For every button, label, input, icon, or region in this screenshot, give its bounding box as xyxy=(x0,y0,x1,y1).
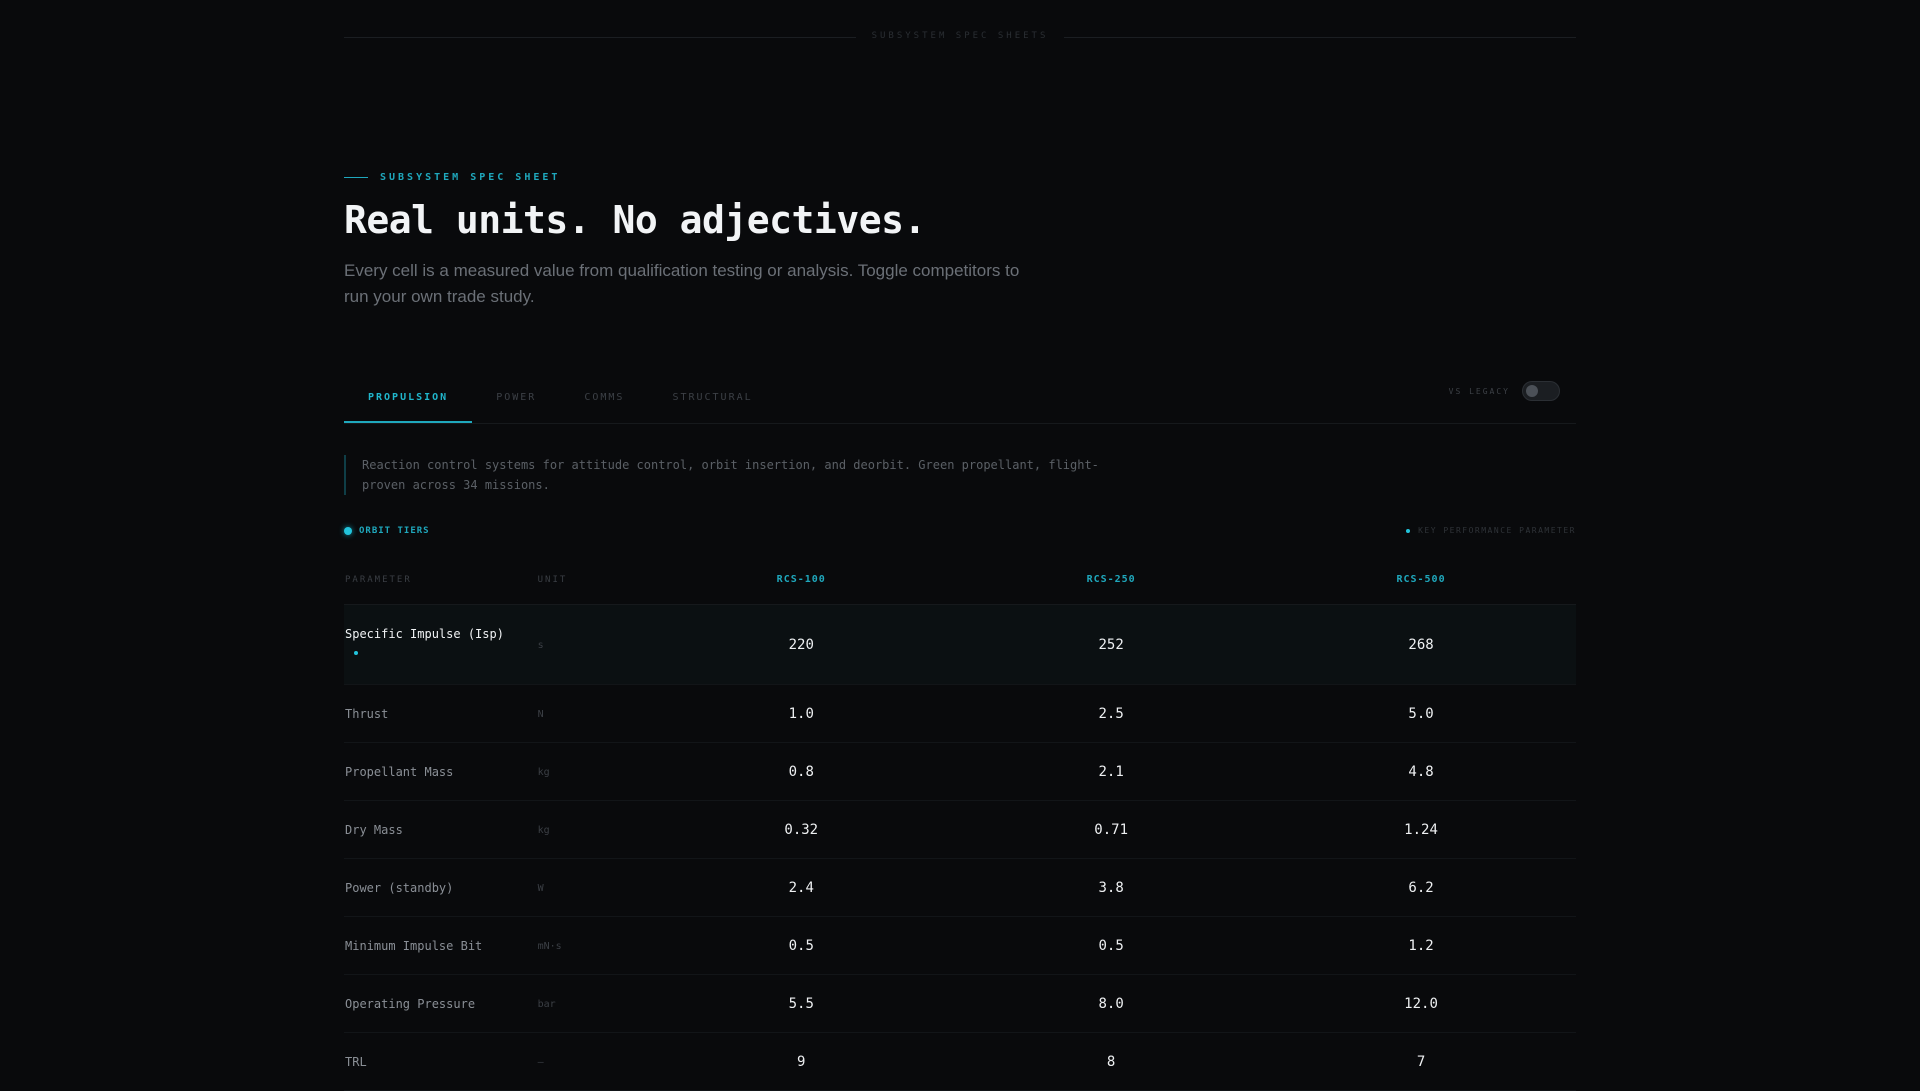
row-parameter: Propellant Mass xyxy=(345,764,454,779)
table-header: PARAMETER UNIT RCS-100 RCS-250 RCS-500 xyxy=(344,555,1576,605)
toggle-knob xyxy=(1526,385,1538,397)
row-parameter: Minimum Impulse Bit xyxy=(345,938,483,953)
orbit-tiers-chip[interactable]: ORBIT TIERS xyxy=(344,526,430,536)
tab-power[interactable]: POWER xyxy=(472,372,560,423)
row-unit: N xyxy=(537,709,544,720)
row-unit: W xyxy=(537,883,544,894)
row-value: 1.2 xyxy=(1408,937,1434,954)
legend-row: ORBIT TIERS KEY PERFORMANCE PARAMETER xyxy=(344,526,1576,542)
row-value: 9 xyxy=(797,1053,806,1070)
row-value: 1.24 xyxy=(1404,821,1438,838)
tab-structural[interactable]: STRUCTURAL xyxy=(648,372,776,423)
eyebrow: SUBSYSTEM SPEC SHEET xyxy=(344,172,560,183)
eyebrow-text: SUBSYSTEM SPEC SHEET xyxy=(380,172,561,183)
page-lede: Every cell is a measured value from qual… xyxy=(344,261,1020,306)
header-unit: UNIT xyxy=(537,574,568,585)
row-unit: bar xyxy=(537,999,556,1010)
table-row: Minimum Impulse Bit mN·s 0.5 0.5 1.2 xyxy=(344,917,1576,975)
row-value: 8 xyxy=(1106,1053,1116,1070)
row-parameter: Operating Pressure xyxy=(345,996,476,1011)
row-value: 5.5 xyxy=(788,995,814,1012)
header-parameter: PARAMETER xyxy=(345,574,412,585)
header-model-rcs-250[interactable]: RCS-250 xyxy=(956,574,1266,585)
row-unit: s xyxy=(537,640,544,651)
row-unit: kg xyxy=(537,825,550,836)
row-value: 0.5 xyxy=(788,937,814,954)
table-row: Operating Pressure bar 5.5 8.0 12.0 xyxy=(344,975,1576,1033)
row-parameter-label: Specific Impulse (Isp) xyxy=(345,626,504,641)
row-value: 220 xyxy=(788,636,814,653)
row-value: 0.5 xyxy=(1098,937,1124,954)
row-value: 6.2 xyxy=(1408,879,1434,896)
top-section-label-text: SUBSYSTEM SPEC SHEETS xyxy=(855,31,1065,41)
top-section-label: SUBSYSTEM SPEC SHEETS xyxy=(0,31,1920,41)
table-row: Dry Mass kg 0.32 0.71 1.24 xyxy=(344,801,1576,859)
table-row: Power (standby) W 2.4 3.8 6.2 xyxy=(344,859,1576,917)
row-value: 268 xyxy=(1408,636,1434,653)
row-value: 4.8 xyxy=(1408,763,1434,780)
tab-comms[interactable]: COMMS xyxy=(560,372,648,423)
legacy-toggle-group: VS LEGACY xyxy=(1449,381,1560,401)
row-value: 8.0 xyxy=(1098,995,1124,1012)
row-parameter: TRL xyxy=(345,1054,367,1069)
row-unit: — xyxy=(537,1057,544,1068)
kpp-marker-icon xyxy=(354,650,358,655)
row-parameter: Power (standby) xyxy=(345,880,454,895)
row-parameter: Thrust xyxy=(345,706,389,721)
row-parameter: Dry Mass xyxy=(345,822,403,837)
row-value: 1.0 xyxy=(788,705,814,722)
tab-propulsion[interactable]: PROPULSION xyxy=(344,372,473,423)
row-value: 0.8 xyxy=(788,763,814,780)
row-value: 12.0 xyxy=(1404,995,1438,1012)
subsystem-description: Reaction control systems for attitude co… xyxy=(344,455,1122,495)
orbit-tiers-label: ORBIT TIERS xyxy=(359,526,430,536)
page-title: Real units. No adjectives. xyxy=(344,198,926,242)
subsystem-tabs: PROPULSION POWER COMMS STRUCTURAL xyxy=(344,372,1576,424)
row-value: 2.1 xyxy=(1098,763,1124,780)
row-value: 3.8 xyxy=(1098,879,1124,896)
table-row: Propellant Mass kg 0.8 2.1 4.8 xyxy=(344,743,1576,801)
spec-table: PARAMETER UNIT RCS-100 RCS-250 RCS-500 S… xyxy=(344,555,1576,1091)
row-value: 0.32 xyxy=(784,821,819,838)
row-unit: mN·s xyxy=(537,941,562,952)
header-model-rcs-100[interactable]: RCS-100 xyxy=(646,574,956,585)
table-row: Thrust N 1.0 2.5 5.0 xyxy=(344,685,1576,743)
row-value: 0.71 xyxy=(1094,821,1128,838)
eyebrow-line xyxy=(344,177,368,178)
dot-icon xyxy=(344,527,352,535)
row-value: 2.4 xyxy=(788,879,814,896)
header-model-rcs-500[interactable]: RCS-500 xyxy=(1266,574,1576,585)
row-unit: kg xyxy=(537,767,550,778)
kpp-legend: KEY PERFORMANCE PARAMETER xyxy=(1406,526,1576,535)
legacy-toggle[interactable] xyxy=(1522,381,1560,401)
table-row: TRL — 9 8 7 xyxy=(344,1033,1576,1091)
row-value: 5.0 xyxy=(1408,705,1434,722)
kpp-legend-label: KEY PERFORMANCE PARAMETER xyxy=(1418,526,1576,535)
kpp-dot-icon xyxy=(1406,528,1411,533)
row-value: 252 xyxy=(1098,636,1124,653)
legacy-toggle-label: VS LEGACY xyxy=(1448,386,1510,396)
row-value: 2.5 xyxy=(1098,705,1124,722)
row-value: 7 xyxy=(1416,1053,1426,1070)
row-parameter: Specific Impulse (Isp) xyxy=(344,627,538,655)
table-row: Specific Impulse (Isp) s 220 252 268 xyxy=(344,605,1576,685)
